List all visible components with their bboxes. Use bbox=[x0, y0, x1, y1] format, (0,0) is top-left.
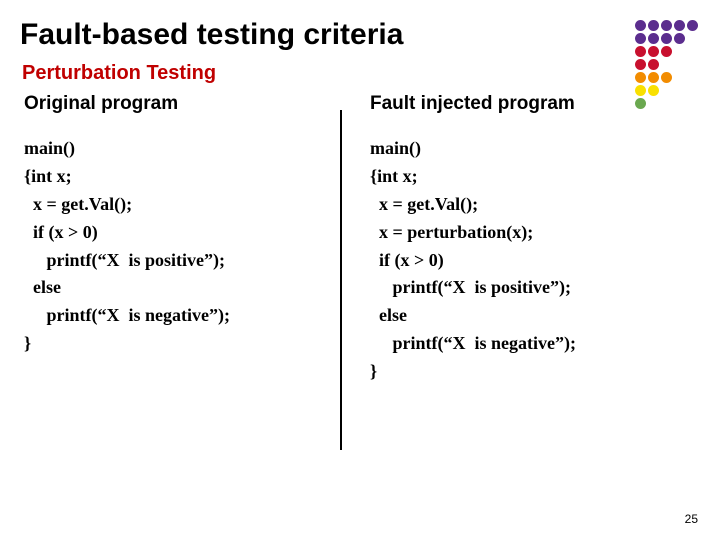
decor-dot bbox=[648, 33, 659, 44]
decor-dot bbox=[687, 20, 698, 31]
decor-dot bbox=[661, 46, 672, 57]
slide: Fault-based testing criteria Perturbatio… bbox=[0, 0, 720, 540]
slide-subtitle: Perturbation Testing bbox=[20, 62, 700, 85]
decor-dot bbox=[635, 33, 646, 44]
column-left: Original program main() {int x; x = get.… bbox=[20, 93, 354, 386]
page-number: 25 bbox=[685, 512, 698, 526]
column-divider bbox=[340, 110, 342, 450]
decor-dot bbox=[635, 46, 646, 57]
decor-dot bbox=[648, 20, 659, 31]
decor-dot bbox=[674, 33, 685, 44]
column-right: Fault injected program main() {int x; x … bbox=[354, 93, 700, 386]
decor-dot bbox=[661, 33, 672, 44]
decor-dot bbox=[635, 72, 646, 83]
left-column-header: Original program bbox=[24, 93, 344, 115]
slide-title: Fault-based testing criteria bbox=[20, 18, 700, 52]
columns: Original program main() {int x; x = get.… bbox=[20, 93, 700, 386]
decor-dot bbox=[635, 59, 646, 70]
decor-dot bbox=[661, 20, 672, 31]
right-column-header: Fault injected program bbox=[370, 93, 690, 115]
decor-dot bbox=[648, 72, 659, 83]
decor-dot bbox=[648, 59, 659, 70]
decor-dot bbox=[661, 72, 672, 83]
decor-dot bbox=[674, 20, 685, 31]
fault-injected-program-code: main() {int x; x = get.Val(); x = pertur… bbox=[370, 135, 690, 386]
decor-dot bbox=[648, 46, 659, 57]
original-program-code: main() {int x; x = get.Val(); if (x > 0)… bbox=[24, 135, 344, 358]
decor-dot bbox=[635, 20, 646, 31]
